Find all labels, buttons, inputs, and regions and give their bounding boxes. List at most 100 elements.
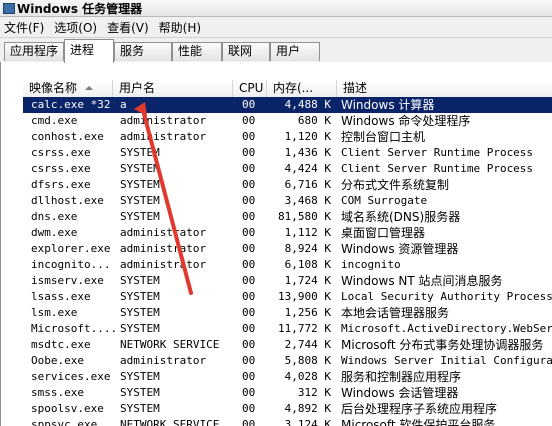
column-description[interactable]: 描述 <box>337 80 552 97</box>
process-row[interactable]: Oobe.exe administrator 00 5,808 K Windows Se… <box>23 353 552 369</box>
process-cpu: 00 <box>242 210 256 223</box>
process-image-name: dllhost.exe <box>31 194 104 207</box>
process-image-name: explorer.exe <box>31 242 111 255</box>
process-image-name: sppsvc.exe <box>31 418 98 426</box>
process-user-name: administrator <box>120 354 207 367</box>
tab-applications[interactable]: 应用程序 <box>4 42 64 61</box>
process-image-name: ismserv.exe <box>31 274 104 287</box>
process-row[interactable]: csrss.exe SYSTEM 00 1,436 K Client Server Ru… <box>23 145 552 161</box>
process-row[interactable]: dwm.exe administrator 00 1,112 K 桌面窗口管理器 <box>23 225 552 241</box>
process-cpu: 00 <box>242 290 256 303</box>
process-row[interactable]: lsm.exe SYSTEM 00 1,256 K 本地会话管理器服务 <box>23 305 552 321</box>
column-image-name[interactable]: 映像名称 <box>23 80 113 97</box>
process-memory: 312 K <box>297 386 331 399</box>
tab-users[interactable]: 用户 <box>270 42 320 61</box>
column-user-name[interactable]: 用户名 <box>113 80 233 97</box>
process-description: 域名系统(DNS)服务器 <box>341 210 461 224</box>
process-cpu: 00 <box>242 386 256 399</box>
process-description: Microsoft.ActiveDirectory.WebServic <box>341 322 552 335</box>
process-cpu: 00 <box>242 306 256 319</box>
process-row[interactable]: lsass.exe SYSTEM 00 13,900 K Local Security … <box>23 289 552 305</box>
process-cpu: 00 <box>242 370 256 383</box>
process-memory: 4,488 K <box>284 98 331 111</box>
process-image-name: services.exe <box>31 370 111 383</box>
tab-services[interactable]: 服务 <box>114 42 172 61</box>
process-user-name: administrator <box>120 226 207 239</box>
process-cpu: 00 <box>242 258 256 271</box>
menu-view[interactable]: 查看(V) <box>103 19 155 36</box>
process-description: 分布式文件系统复制 <box>341 178 450 192</box>
menu-options[interactable]: 选项(O) <box>50 19 103 36</box>
process-row[interactable]: smss.exe SYSTEM 00 312 K Windows 会话管理器 <box>23 385 552 401</box>
process-row[interactable]: dfsrs.exe SYSTEM 00 6,716 K 分布式文件系统复制 <box>23 177 552 193</box>
process-cpu: 00 <box>242 146 256 159</box>
process-cpu: 00 <box>242 338 256 351</box>
process-row[interactable]: sppsvc.exe NETWORK SERVICE 00 3,124 K Micros… <box>23 417 552 426</box>
column-memory[interactable]: 内存(... <box>267 80 337 97</box>
process-row[interactable]: cmd.exe administrator 00 680 K Windows 命令处理程… <box>23 113 552 129</box>
menu-help[interactable]: 帮助(H) <box>155 19 207 36</box>
process-list-header: 映像名称 用户名 CPU 内存(... 描述 <box>23 80 552 98</box>
process-memory: 81,580 K <box>278 210 331 223</box>
process-user-name: SYSTEM <box>120 386 160 399</box>
process-memory: 8,924 K <box>284 242 331 255</box>
process-cpu: 00 <box>242 402 256 415</box>
process-memory: 11,772 K <box>278 322 331 335</box>
process-description: Microsoft 分布式事务处理协调器服务 <box>341 338 544 352</box>
process-image-name: dns.exe <box>31 210 78 223</box>
process-memory: 1,256 K <box>284 306 331 319</box>
process-image-name: calc.exe *32 <box>31 98 111 111</box>
process-user-name: SYSTEM <box>120 178 160 191</box>
process-memory: 4,424 K <box>284 162 331 175</box>
process-description: Windows 计算器 <box>341 98 435 112</box>
column-cpu[interactable]: CPU <box>233 80 267 97</box>
process-row[interactable]: csrss.exe SYSTEM 00 4,424 K Client Server Ru… <box>23 161 552 177</box>
process-list[interactable]: calc.exe *32 a 00 4,488 K Windows 计算器 cmd.exe… <box>23 97 552 426</box>
tab-networking[interactable]: 联网 <box>222 42 270 61</box>
menu-file[interactable]: 文件(F) <box>0 19 50 36</box>
column-image-name-label: 映像名称 <box>29 81 78 95</box>
tab-performance[interactable]: 性能 <box>172 42 222 61</box>
process-image-name: dfsrs.exe <box>31 178 91 191</box>
process-row[interactable]: Microsoft.... SYSTEM 00 11,772 K Microsoft.A… <box>23 321 552 337</box>
process-row[interactable]: msdtc.exe NETWORK SERVICE 00 2,744 K Microso… <box>23 337 552 353</box>
title-bar[interactable]: Windows 任务管理器 <box>0 0 552 17</box>
process-cpu: 00 <box>242 418 256 426</box>
process-image-name: conhost.exe <box>31 130 104 143</box>
process-row[interactable]: ismserv.exe SYSTEM 00 1,724 K Windows NT 站点间… <box>23 273 552 289</box>
process-description: Windows Server Initial Configuratio <box>341 354 552 367</box>
process-image-name: lsass.exe <box>31 290 91 303</box>
process-description: 后台处理程序子系统应用程序 <box>341 402 498 416</box>
process-row[interactable]: dllhost.exe SYSTEM 00 3,468 K COM Surrogate <box>23 193 552 209</box>
process-description: incognito <box>341 258 401 271</box>
process-description: Client Server Runtime Process <box>341 146 534 159</box>
process-description: Windows 命令处理程序 <box>341 114 471 128</box>
process-user-name: SYSTEM <box>120 402 160 415</box>
process-row[interactable]: calc.exe *32 a 00 4,488 K Windows 计算器 <box>23 97 552 113</box>
process-cpu: 00 <box>242 242 256 255</box>
process-user-name: NETWORK SERVICE <box>120 418 220 426</box>
process-memory: 5,808 K <box>284 354 331 367</box>
process-user-name: SYSTEM <box>120 306 160 319</box>
process-memory: 1,120 K <box>284 130 331 143</box>
process-user-name: administrator <box>120 242 207 255</box>
process-user-name: SYSTEM <box>120 370 160 383</box>
process-description: Microsoft 软件保护平台服务 <box>341 418 496 426</box>
process-description: Windows 资源管理器 <box>341 242 459 256</box>
process-row[interactable]: conhost.exe administrator 00 1,120 K 控制台窗口主机 <box>23 129 552 145</box>
process-row[interactable]: explorer.exe administrator 00 8,924 K Window… <box>23 241 552 257</box>
process-description: 控制台窗口主机 <box>341 130 426 144</box>
process-image-name: Oobe.exe <box>31 354 84 367</box>
sort-ascending-icon <box>85 86 93 90</box>
process-description: COM Surrogate <box>341 194 428 207</box>
process-description: Local Security Authority Process <box>341 290 552 303</box>
process-cpu: 00 <box>242 114 256 127</box>
tab-processes[interactable]: 进程 <box>64 39 114 63</box>
process-image-name: smss.exe <box>31 386 84 399</box>
process-row[interactable]: services.exe SYSTEM 00 4,028 K 服务和控制器应用程序 <box>23 369 552 385</box>
process-user-name: SYSTEM <box>120 162 160 175</box>
process-row[interactable]: incognito... administrator 00 6,108 K incogn… <box>23 257 552 273</box>
process-row[interactable]: dns.exe SYSTEM 00 81,580 K 域名系统(DNS)服务器 <box>23 209 552 225</box>
process-row[interactable]: spoolsv.exe SYSTEM 00 4,892 K 后台处理程序子系统应用程序 <box>23 401 552 417</box>
process-user-name: SYSTEM <box>120 322 160 335</box>
